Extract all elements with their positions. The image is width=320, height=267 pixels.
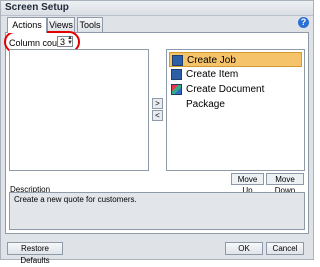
- remove-arrow-button[interactable]: <: [152, 110, 163, 121]
- list-item-create-document-package[interactable]: Create Document Package: [169, 82, 302, 110]
- help-icon[interactable]: ?: [298, 17, 309, 28]
- tab-actions[interactable]: Actions: [7, 17, 47, 33]
- create-job-icon: [172, 55, 183, 66]
- move-up-button[interactable]: Move Up: [231, 173, 264, 195]
- list-item-create-job[interactable]: Create Job: [169, 52, 302, 67]
- create-item-icon: [171, 69, 182, 80]
- list-item-label: Create Job: [187, 55, 236, 66]
- tab-views[interactable]: Views: [47, 17, 75, 32]
- screen-setup-dialog: Screen Setup Actions Views Tools ? Colum…: [0, 0, 314, 265]
- restore-defaults-button[interactable]: Restore Defaults: [7, 242, 63, 265]
- description-box: Create a new quote for customers.: [9, 192, 305, 230]
- available-actions-list[interactable]: [9, 49, 149, 171]
- list-item-label: Create Item: [186, 69, 239, 80]
- move-down-button[interactable]: Move Down: [266, 173, 304, 195]
- add-arrow-button[interactable]: >: [152, 98, 163, 109]
- selected-actions-list[interactable]: Create Job Create Item Create Document P…: [166, 49, 305, 171]
- tab-tools[interactable]: Tools: [77, 17, 103, 32]
- document-package-icon: [171, 84, 182, 95]
- dialog-title: Screen Setup: [5, 2, 69, 13]
- list-item-label: Create Document Package: [186, 84, 265, 110]
- ok-button[interactable]: OK: [225, 242, 263, 255]
- cancel-button[interactable]: Cancel: [266, 242, 304, 255]
- title-bar: Screen Setup: [1, 1, 313, 16]
- list-item-create-item[interactable]: Create Item: [169, 67, 302, 82]
